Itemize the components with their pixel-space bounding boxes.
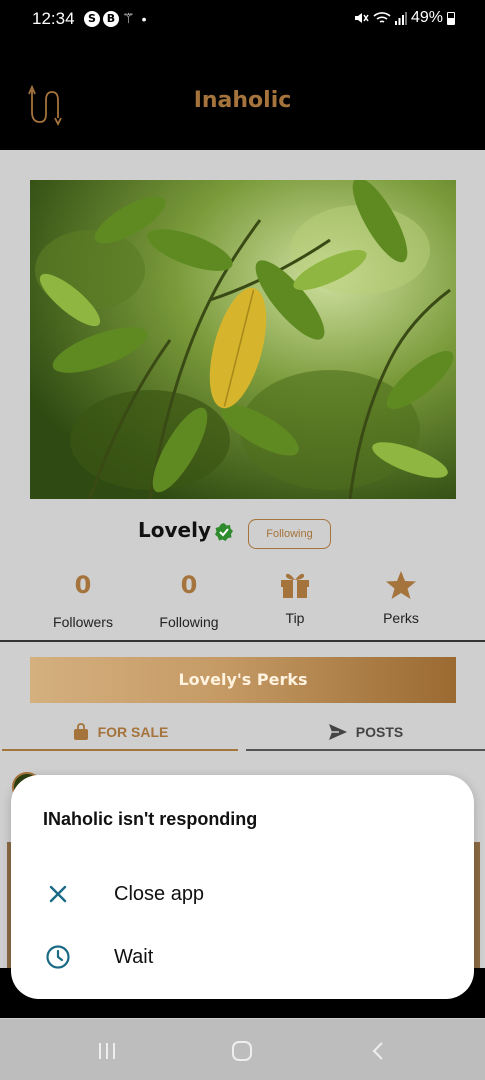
perks-banner-button[interactable]: Lovely's Perks [30,657,456,703]
followers-count: 0 [74,571,92,599]
shopping-bag-icon [73,723,88,740]
system-nav-bar [0,1019,485,1080]
battery-icon [447,11,455,25]
recent-apps-icon[interactable] [95,1039,119,1063]
close-icon [49,885,67,903]
stat-followers[interactable]: 0 Followers [30,568,136,630]
tab-for-sale[interactable]: FOR SALE [2,715,238,751]
wifi-icon [373,12,391,23]
profile-cover-image [30,180,456,499]
home-icon[interactable] [230,1039,254,1063]
skype-notification-icon: S [84,10,100,27]
verified-badge-icon [215,523,233,541]
app-header: Inaholic [0,38,485,150]
back-icon[interactable] [367,1039,391,1063]
star-icon [386,571,416,599]
close-app-option[interactable]: Close app [11,866,474,922]
clock-icon [46,945,70,969]
app-not-responding-dialog: INaholic isn't responding Close app Wait [11,775,474,999]
tip-label: Tip [285,610,305,626]
wait-label: Wait [114,945,154,968]
leaves-photo [30,180,456,499]
following-label: Following [159,614,219,630]
mute-icon [354,13,369,23]
battery-percent: 49% [410,9,443,26]
section-divider [0,640,485,642]
wait-option[interactable]: Wait [11,929,474,985]
gift-icon [281,573,309,598]
notification-icons: S B ⚚ • [84,10,146,27]
following-button[interactable]: Following [248,519,331,549]
close-app-label: Close app [114,882,205,905]
stat-perks[interactable]: Perks [348,568,454,626]
app-title: Inaholic [193,88,292,113]
send-icon [328,724,347,740]
following-count: 0 [180,571,198,599]
profile-name: Lovely [138,518,211,542]
status-indicators: 49% [353,9,455,27]
more-notifications-dot: • [141,10,147,27]
profile-header: Lovely Following [0,518,485,550]
status-bar: 12:34 S B ⚚ • 49% [0,0,485,38]
wand-notification-icon: ⚚ [122,10,135,26]
stat-following[interactable]: 0 Following [136,568,242,630]
message-notification-icon: B [103,10,119,27]
dialog-title: INaholic isn't responding [43,809,258,829]
followers-label: Followers [53,614,113,630]
tab-posts-label: POSTS [355,724,404,740]
tab-posts[interactable]: POSTS [246,715,485,751]
tab-for-sale-label: FOR SALE [97,724,169,740]
perks-label: Perks [383,610,419,626]
signal-icon [394,12,407,25]
status-time: 12:34 [32,9,75,28]
stat-tip[interactable]: Tip [242,568,348,626]
